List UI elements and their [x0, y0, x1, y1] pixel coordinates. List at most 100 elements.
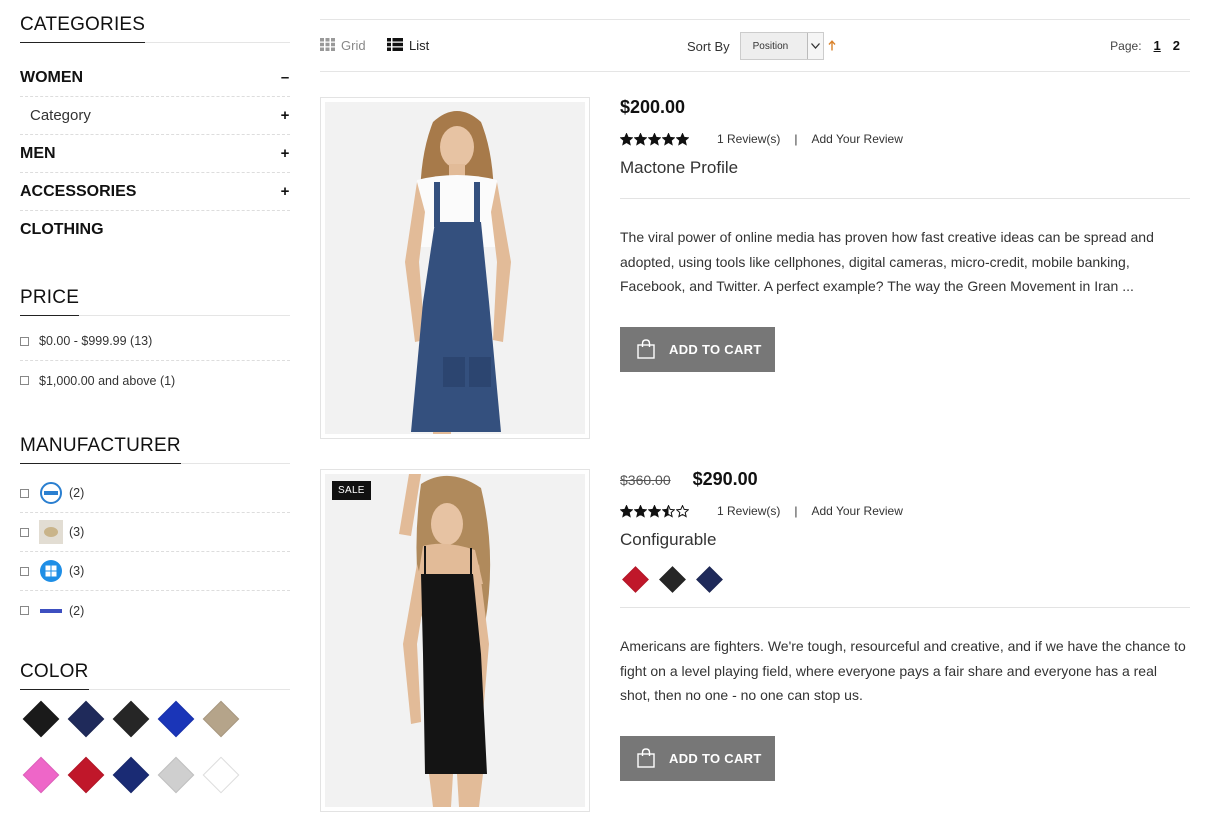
- category-item-clothing[interactable]: CLOTHING: [20, 211, 290, 249]
- add-to-cart-button[interactable]: ADD TO CART: [620, 326, 775, 372]
- manufacturer-filter-item[interactable]: (2): [20, 591, 290, 630]
- sort-direction-arrow-icon[interactable]: [828, 39, 836, 54]
- star-icon: [676, 132, 689, 146]
- list-icon: [387, 37, 403, 54]
- color-swatch-grid: [20, 690, 290, 794]
- rating-stars: [620, 504, 689, 518]
- checkbox[interactable]: [20, 566, 29, 576]
- collapse-icon[interactable]: –: [280, 69, 290, 86]
- product-image[interactable]: [320, 97, 590, 439]
- product-description: Americans are fighters. We're tough, res…: [620, 638, 1186, 703]
- price-title: PRICE: [20, 287, 290, 322]
- color-swatch[interactable]: [202, 756, 240, 794]
- product-price: $200.00: [620, 97, 686, 117]
- checkbox[interactable]: [20, 527, 29, 537]
- price-filter-block: PRICE $0.00 - $999.99 (13) $1,000.00 and…: [20, 287, 290, 400]
- page-link[interactable]: 2: [1173, 38, 1180, 53]
- expand-icon[interactable]: +: [280, 107, 290, 124]
- product-color-swatch[interactable]: [659, 566, 686, 593]
- color-swatch[interactable]: [157, 700, 195, 738]
- chevron-down-icon: [806, 33, 823, 59]
- category-item-accessories[interactable]: ACCESSORIES +: [20, 173, 290, 211]
- color-swatch[interactable]: [112, 756, 150, 794]
- add-to-cart-button[interactable]: ADD TO CART: [620, 735, 775, 781]
- product-photo: SALE: [325, 474, 585, 807]
- windows-logo-icon: [39, 559, 63, 583]
- manufacturer-filter-item[interactable]: (3): [20, 513, 290, 552]
- shopping-bag-icon: [637, 748, 655, 768]
- nokia-logo-icon: [39, 599, 63, 623]
- product-info: $200.00 1 Review(s) | Add Your Review Ma…: [620, 97, 1190, 372]
- toolbar: Grid List Sort By Position Page: 1 2: [320, 19, 1190, 72]
- category-item-women[interactable]: WOMEN –: [20, 59, 290, 97]
- sort-select[interactable]: Position: [739, 32, 824, 60]
- color-title: COLOR: [20, 661, 290, 696]
- review-row: 1 Review(s) | Add Your Review: [620, 504, 1190, 518]
- separator: |: [794, 132, 798, 146]
- star-icon: [634, 504, 647, 518]
- color-swatch[interactable]: [22, 756, 60, 794]
- product-name[interactable]: Mactone Profile: [620, 158, 1190, 178]
- categories-title: CATEGORIES: [20, 14, 290, 49]
- color-swatch[interactable]: [67, 700, 105, 738]
- color-filter-block: COLOR: [20, 661, 290, 794]
- grid-icon: [320, 37, 335, 54]
- special-price: $290.00: [692, 469, 758, 489]
- checkbox[interactable]: [20, 376, 29, 385]
- review-count-link[interactable]: 1 Review(s): [717, 132, 780, 146]
- add-review-link[interactable]: Add Your Review: [811, 132, 902, 146]
- page-link-current[interactable]: 1: [1154, 38, 1161, 53]
- add-review-link[interactable]: Add Your Review: [811, 504, 902, 518]
- color-swatch[interactable]: [112, 700, 150, 738]
- checkbox[interactable]: [20, 606, 29, 615]
- star-icon: [620, 504, 633, 518]
- product-item: $200.00 1 Review(s) | Add Your Review Ma…: [320, 97, 1190, 439]
- review-count-link[interactable]: 1 Review(s): [717, 504, 780, 518]
- product-color-swatches: [620, 566, 1190, 593]
- manufacturer-filter-list: (2) (3) (3) (2): [20, 474, 290, 630]
- product-image[interactable]: SALE: [320, 469, 590, 812]
- category-item-category[interactable]: Category +: [20, 97, 290, 135]
- categories-block: CATEGORIES WOMEN – Category + MEN + ACCESSO…: [20, 14, 290, 249]
- expand-icon[interactable]: +: [280, 145, 290, 162]
- sale-badge: SALE: [332, 481, 371, 500]
- manufacturer-filter-item[interactable]: (3): [20, 552, 290, 591]
- product-name[interactable]: Configurable: [620, 530, 1190, 550]
- star-icon: [620, 132, 633, 146]
- star-icon: [676, 504, 689, 518]
- dell-logo-icon: [39, 481, 63, 505]
- shopping-bag-icon: [637, 339, 655, 359]
- price-filter-item[interactable]: $1,000.00 and above (1): [20, 361, 290, 400]
- category-list: WOMEN – Category + MEN + ACCESSORIES + CLOTH…: [20, 59, 290, 249]
- sort-label: Sort By: [687, 38, 730, 54]
- star-icon: [648, 132, 661, 146]
- star-icon: [662, 504, 675, 518]
- product-info: $360.00 $290.00 1 Review(s) | Add Your Re…: [620, 469, 1190, 781]
- price-filter-list: $0.00 - $999.99 (13) $1,000.00 and above…: [20, 322, 290, 400]
- review-row: 1 Review(s) | Add Your Review: [620, 132, 1190, 146]
- price-filter-item[interactable]: $0.00 - $999.99 (13): [20, 322, 290, 361]
- star-icon: [648, 504, 661, 518]
- product-color-swatch[interactable]: [622, 566, 649, 593]
- product-color-swatch[interactable]: [696, 566, 723, 593]
- manufacturer-filter-block: MANUFACTURER (2) (3) (3) (2): [20, 435, 290, 630]
- product-photo: [325, 102, 585, 434]
- color-swatch[interactable]: [22, 700, 60, 738]
- color-swatch[interactable]: [157, 756, 195, 794]
- checkbox[interactable]: [20, 488, 29, 498]
- list-view-button[interactable]: List: [387, 20, 429, 71]
- grid-view-button[interactable]: Grid: [320, 20, 366, 71]
- rating-stars: [620, 132, 689, 146]
- brand-logo-icon: [39, 520, 63, 544]
- category-item-men[interactable]: MEN +: [20, 135, 290, 173]
- checkbox[interactable]: [20, 336, 29, 346]
- color-swatch[interactable]: [67, 756, 105, 794]
- color-swatch[interactable]: [202, 700, 240, 738]
- pagination: Page: 1 2: [1110, 20, 1180, 71]
- manufacturer-filter-item[interactable]: (2): [20, 474, 290, 513]
- divider: [620, 607, 1190, 608]
- manufacturer-title: MANUFACTURER: [20, 435, 290, 470]
- expand-icon[interactable]: +: [280, 183, 290, 200]
- separator: |: [794, 504, 798, 518]
- product-price: $360.00 $290.00: [620, 469, 1190, 490]
